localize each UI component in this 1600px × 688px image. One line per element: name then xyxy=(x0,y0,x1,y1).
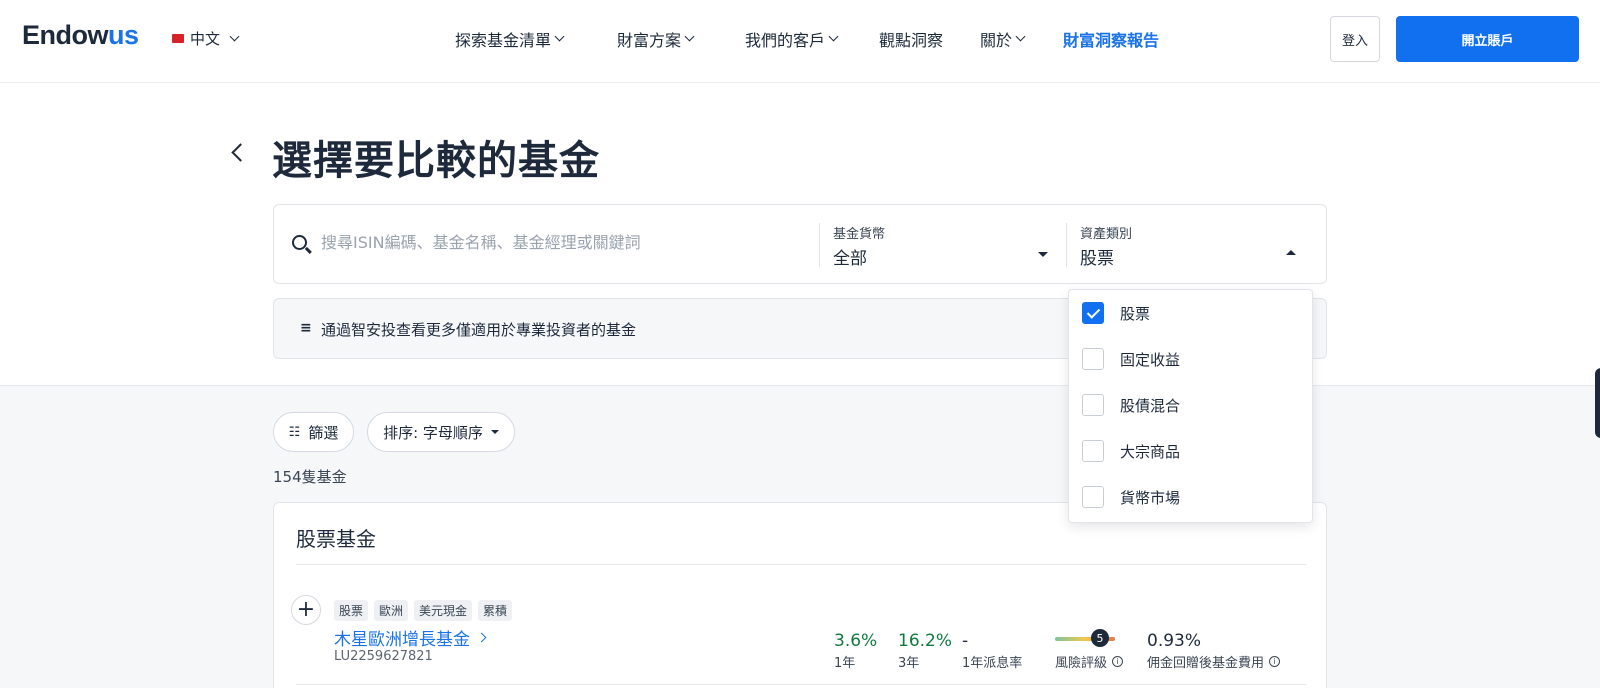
chevron-down-icon xyxy=(1015,31,1026,42)
fund-tag: 歐洲 xyxy=(374,600,409,621)
nav-our-clients[interactable]: 我們的客戶 xyxy=(745,27,839,51)
dropdown-option-equity[interactable]: 股票 xyxy=(1082,302,1150,324)
nav-wealth-report[interactable]: 財富洞察報告 xyxy=(1063,27,1159,51)
metric-label: 佣金回贈後基金費用 i xyxy=(1147,652,1281,671)
caret-down-icon xyxy=(1038,252,1048,257)
checkbox-icon[interactable] xyxy=(1082,348,1104,370)
filter-button[interactable]: ☷ 篩選 xyxy=(273,412,354,452)
add-to-compare-button[interactable]: + xyxy=(291,595,321,625)
info-icon[interactable]: i xyxy=(1269,656,1281,667)
metric-label: 3年 xyxy=(898,656,920,671)
nav-label: 觀點洞察 xyxy=(879,31,944,50)
fund-fee: 0.93% 佣金回贈後基金費用 i xyxy=(1147,631,1281,671)
brand-stripes-icon: ≡ xyxy=(300,320,312,336)
fund-count: 154隻基金 xyxy=(273,468,347,486)
fund-name: 木星歐洲增長基金 xyxy=(334,630,470,650)
dropdown-option-multi-asset[interactable]: 股債混合 xyxy=(1082,394,1180,416)
chevron-down-icon xyxy=(554,31,565,42)
nav-label: 我們的客戶 xyxy=(745,31,826,50)
checkbox-checked-icon[interactable] xyxy=(1082,302,1104,324)
caret-up-icon xyxy=(1286,250,1296,255)
divider xyxy=(296,564,1306,565)
search-icon xyxy=(292,235,307,250)
option-label: 貨幣市場 xyxy=(1120,488,1181,507)
fund-tags: 股票 歐洲 美元現金 累積 xyxy=(334,600,513,621)
divider xyxy=(1066,223,1067,267)
chevron-down-icon xyxy=(684,31,695,42)
dropdown-option-fixed-income[interactable]: 固定收益 xyxy=(1082,348,1180,370)
chevron-right-icon xyxy=(476,632,487,643)
chevron-down-icon xyxy=(828,31,839,42)
page-title: 選擇要比較的基金 xyxy=(272,138,600,184)
option-label: 固定收益 xyxy=(1120,350,1181,369)
info-icon[interactable]: i xyxy=(1112,656,1124,667)
language-selector[interactable]: 中文 xyxy=(172,28,240,49)
search-bar: 基金貨幣 全部 資產類別 股票 xyxy=(273,204,1327,284)
option-label: 大宗商品 xyxy=(1120,442,1181,461)
endowus-logo[interactable]: Endowus xyxy=(22,20,139,51)
sort-button[interactable]: 排序: 字母順序 xyxy=(367,412,515,452)
metric-value: 3.6% xyxy=(834,631,878,651)
sort-label: 排序: 字母順序 xyxy=(383,423,483,442)
nav-label: 財富洞察報告 xyxy=(1063,31,1160,50)
top-navigation: Endowus 中文 探索基金清單 財富方案 我們的客戶 觀點洞察 關於 財富洞… xyxy=(0,0,1600,83)
nav-label: 財富方案 xyxy=(617,31,682,50)
nav-label: 探索基金清單 xyxy=(455,31,552,50)
checkbox-icon[interactable] xyxy=(1082,394,1104,416)
nav-label: 關於 xyxy=(980,31,1013,50)
option-label: 股票 xyxy=(1120,304,1151,323)
currency-value: 全部 xyxy=(833,249,867,269)
logo-accent-text: us xyxy=(108,20,139,50)
divider xyxy=(819,223,820,267)
hong-kong-flag-icon xyxy=(172,34,184,43)
login-button[interactable]: 登入 xyxy=(1330,16,1380,62)
metric-value: 0.93% xyxy=(1147,631,1202,651)
asset-class-label: 資產類別 xyxy=(1080,227,1133,242)
sliders-icon: ☷ xyxy=(288,424,301,440)
card-title: 股票基金 xyxy=(296,527,376,551)
fund-tag: 美元現金 xyxy=(414,600,473,621)
metric-label: 1年派息率 xyxy=(962,656,1023,671)
logo-main-text: Endow xyxy=(22,20,109,50)
nav-explore-funds[interactable]: 探索基金清單 xyxy=(455,27,565,51)
metric-label: 1年 xyxy=(834,656,856,671)
language-label: 中文 xyxy=(190,30,221,48)
dividend-yield: - 1年派息率 xyxy=(962,631,1022,671)
return-3y: 16.2% 3年 xyxy=(898,631,952,671)
asset-class-value: 股票 xyxy=(1080,249,1114,269)
fee-label: 佣金回贈後基金費用 xyxy=(1147,656,1265,671)
metric-value: - xyxy=(962,631,969,651)
asset-class-dropdown: 股票 固定收益 股債混合 大宗商品 貨幣市場 xyxy=(1068,289,1313,523)
checkbox-icon[interactable] xyxy=(1082,440,1104,462)
option-label: 股債混合 xyxy=(1120,396,1181,415)
dropdown-option-commodities[interactable]: 大宗商品 xyxy=(1082,440,1180,462)
caret-down-icon xyxy=(490,430,499,434)
side-feedback-tab[interactable] xyxy=(1595,368,1600,438)
fund-list-card: 股票基金 + 股票 歐洲 美元現金 累積 木星歐洲增長基金 LU22596278… xyxy=(273,502,1327,688)
nav-wealth-solutions[interactable]: 財富方案 xyxy=(617,27,695,51)
dropdown-option-money-market[interactable]: 貨幣市場 xyxy=(1082,486,1180,508)
risk-rating: 風險評級 i xyxy=(1055,631,1124,671)
return-1y: 3.6% 1年 xyxy=(834,631,877,671)
open-account-button[interactable]: 開立賬戶 xyxy=(1396,16,1579,62)
fund-name-link[interactable]: 木星歐洲增長基金 xyxy=(334,625,487,650)
nav-insights[interactable]: 觀點洞察 xyxy=(879,27,943,51)
currency-label: 基金貨幣 xyxy=(833,227,886,242)
chevron-down-icon xyxy=(229,31,240,41)
filter-label: 篩選 xyxy=(308,423,339,442)
checkbox-icon[interactable] xyxy=(1082,486,1104,508)
metric-label: 風險評級 i xyxy=(1055,652,1124,671)
fund-tag: 股票 xyxy=(334,600,369,621)
fund-isin: LU2259627821 xyxy=(334,649,433,664)
metric-value: 16.2% xyxy=(898,631,953,651)
nav-about[interactable]: 關於 xyxy=(980,27,1026,51)
divider xyxy=(296,684,1306,685)
fund-tag: 累積 xyxy=(478,600,513,621)
banner-text: 通過智安投查看更多僅適用於專業投資者的基金 xyxy=(321,321,637,339)
risk-label: 風險評級 xyxy=(1055,656,1108,671)
search-input[interactable] xyxy=(321,233,801,252)
